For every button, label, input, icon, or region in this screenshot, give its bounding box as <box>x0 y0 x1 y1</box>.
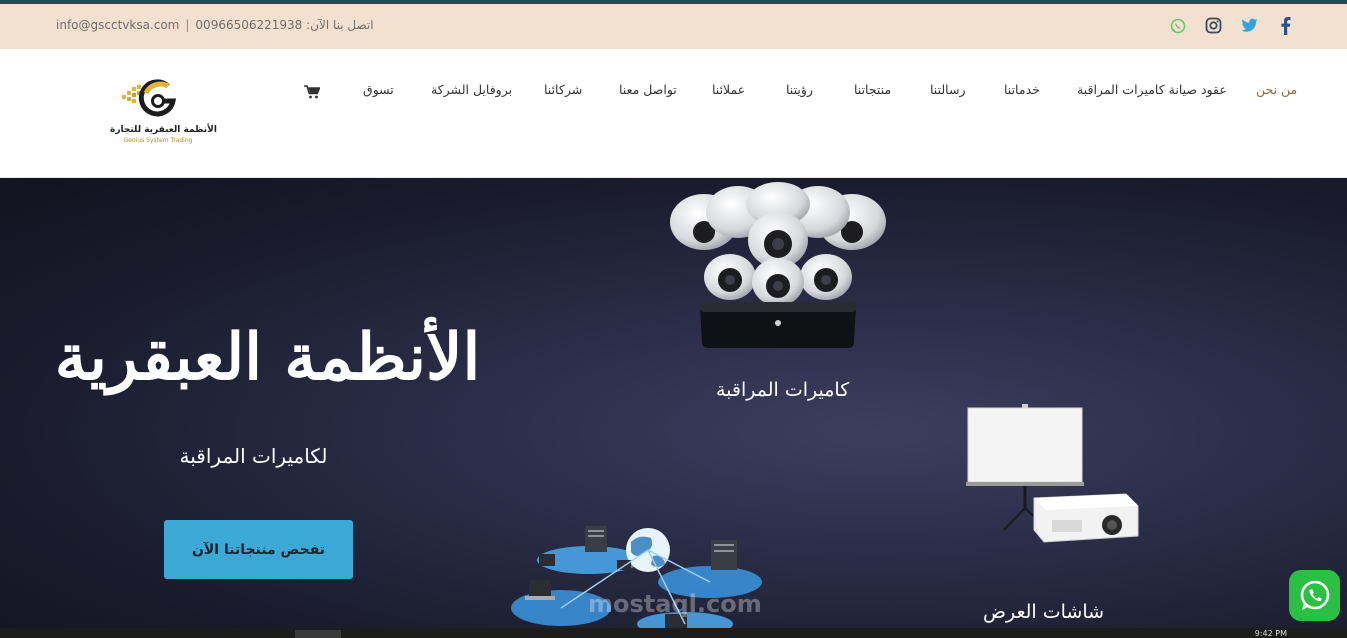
taskbar-clock: 9:42 PM <box>1254 629 1287 638</box>
hero-title: الأنظمة العبقرية <box>54 320 481 395</box>
nav-products[interactable]: منتجاتنا <box>854 82 891 97</box>
nav-mission[interactable]: رسالتنا <box>930 82 965 97</box>
site-header: الأنظمة العبقرية للتجارة Genius System T… <box>0 49 1347 178</box>
cctv-cameras-image <box>670 182 886 348</box>
taskbar-app[interactable] <box>295 630 341 638</box>
watermark: mostaql.com <box>588 590 762 618</box>
facebook-icon[interactable] <box>1276 16 1295 35</box>
phone-text[interactable]: اتصل بنا الآن: 00966506221938 <box>195 18 373 32</box>
network-image <box>511 526 762 636</box>
whatsapp-icon[interactable] <box>1168 16 1187 35</box>
caption-cameras: كاميرات المراقبة <box>716 379 850 401</box>
cart-icon[interactable] <box>304 84 321 103</box>
top-contact-bar: info@gscctvksa.com | اتصل بنا الآن: 009665… <box>0 4 1347 49</box>
projector-screen-image <box>966 404 1139 543</box>
contact-info: info@gscctvksa.com | اتصل بنا الآن: 009665… <box>56 18 374 32</box>
contact-separator: | <box>185 18 190 32</box>
nav-company-profile[interactable]: بروفايل الشركة <box>431 82 512 97</box>
nav-about-us[interactable]: من نحن <box>1256 82 1297 97</box>
whatsapp-float-button[interactable] <box>1289 570 1340 621</box>
nav-maintenance-contracts[interactable]: عقود صيانة كاميرات المراقبة <box>1077 82 1227 97</box>
logo-subtitle: Genius System Trading <box>123 137 193 144</box>
nav-contact-us[interactable]: تواصل معنا <box>619 82 677 97</box>
logo-emblem <box>122 79 177 117</box>
nav-vision[interactable]: رؤيتنا <box>786 82 813 97</box>
logo-name: الأنظمة العبقرية للتجارة <box>110 125 217 135</box>
hero-banner: كاميرات المراقبة شاشات العرض mostaql.com… <box>0 178 1347 638</box>
hero-subtitle: لكاميرات المراقبة <box>179 444 328 468</box>
instagram-icon[interactable] <box>1204 16 1223 35</box>
social-links <box>1168 16 1295 35</box>
twitter-icon[interactable] <box>1240 16 1259 35</box>
nav-services[interactable]: خدماتنا <box>1004 82 1040 97</box>
os-taskbar: 9:42 PM <box>0 628 1347 638</box>
browse-products-button[interactable]: تفحص منتجاتنا الآن <box>164 520 353 579</box>
email-link[interactable]: info@gscctvksa.com <box>56 18 179 32</box>
nav-clients[interactable]: عملائنا <box>712 82 745 97</box>
site-logo[interactable]: الأنظمة العبقرية للتجارة Genius System T… <box>110 77 217 149</box>
nav-partners[interactable]: شركائنا <box>544 82 582 97</box>
caption-screens: شاشات العرض <box>983 601 1105 623</box>
nav-shop[interactable]: تسوق <box>363 82 394 97</box>
whatsapp-icon <box>1300 580 1329 610</box>
